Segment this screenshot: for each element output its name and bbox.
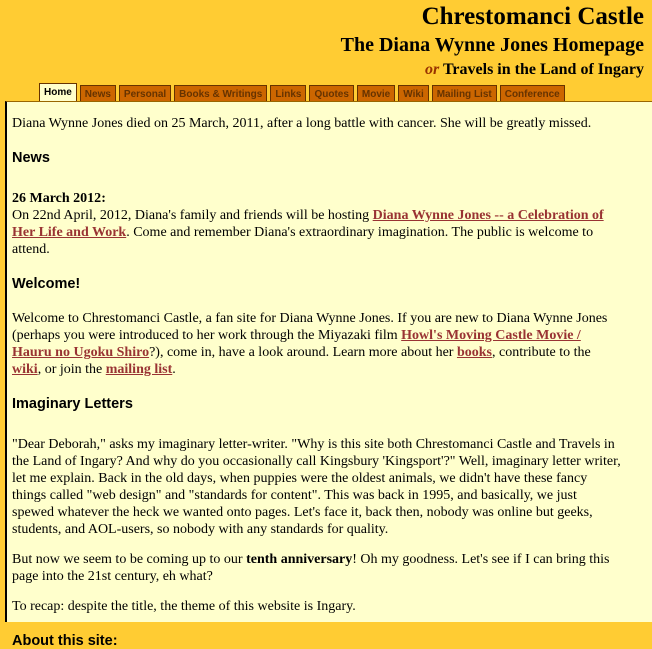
books-link[interactable]: books <box>457 345 492 360</box>
letters-p2-a: But now we seem to be coming up to our <box>12 552 247 567</box>
tenth-anniversary: tenth anniversary <box>246 552 353 567</box>
news-text: On 22nd April, 2012, Diana's family and … <box>12 208 373 223</box>
tab-personal[interactable]: Personal <box>118 85 172 102</box>
tagline-text: Travels in the Land of Ingary <box>442 61 644 78</box>
tab-links[interactable]: Links <box>270 85 307 102</box>
welcome-text-4: , or join the <box>37 362 106 377</box>
wiki-link[interactable]: wiki <box>12 362 38 377</box>
memorial-text: Diana Wynne Jones died on 25 March, 2011… <box>12 116 592 131</box>
welcome-text-2: ?), come in, have a look around. Learn m… <box>149 345 457 360</box>
tab-books-writings[interactable]: Books & Writings <box>174 85 268 102</box>
mailing-list-link[interactable]: mailing list <box>106 362 173 377</box>
nav-tabs: Home News Personal Books & Writings Link… <box>39 83 565 102</box>
tab-quotes[interactable]: Quotes <box>309 85 354 102</box>
or-text: or <box>424 61 440 78</box>
welcome-text: Welcome to Chrestomanci Castle, a fan si… <box>12 310 622 378</box>
welcome-text-3: , contribute to the <box>492 345 591 360</box>
tab-wiki[interactable]: Wiki <box>398 85 429 102</box>
about-heading: About this site: <box>12 633 118 649</box>
tab-movie[interactable]: Movie <box>356 85 396 102</box>
letters-para-1: "Dear Deborah," asks my imaginary letter… <box>12 437 621 537</box>
tab-home[interactable]: Home <box>39 83 77 102</box>
news-item: 26 March 2012: On 22nd April, 2012, Diana… <box>12 191 604 257</box>
tab-news[interactable]: News <box>79 85 116 102</box>
site-header: Chrestomanci Castle The Diana Wynne Jone… <box>0 0 652 84</box>
welcome-text-5: . <box>172 362 176 377</box>
news-heading: News <box>12 150 50 166</box>
site-subtitle: The Diana Wynne Jones Homepage <box>340 34 644 56</box>
site-tagline: or Travels in the Land of Ingary <box>0 58 644 82</box>
welcome-heading: Welcome! <box>12 276 81 292</box>
site-title: Chrestomanci Castle <box>421 3 644 30</box>
main-content: Diana Wynne Jones died on 25 March, 2011… <box>5 101 652 649</box>
tab-conference[interactable]: Conference <box>499 85 565 102</box>
letters-para-2: But now we seem to be coming up to our t… <box>12 551 622 585</box>
tab-mailing-list[interactable]: Mailing List <box>431 85 497 102</box>
letters-para-3: To recap: despite the title, the theme o… <box>12 599 356 614</box>
news-date: 26 March 2012 <box>12 191 102 206</box>
letters-heading: Imaginary Letters <box>12 396 133 412</box>
